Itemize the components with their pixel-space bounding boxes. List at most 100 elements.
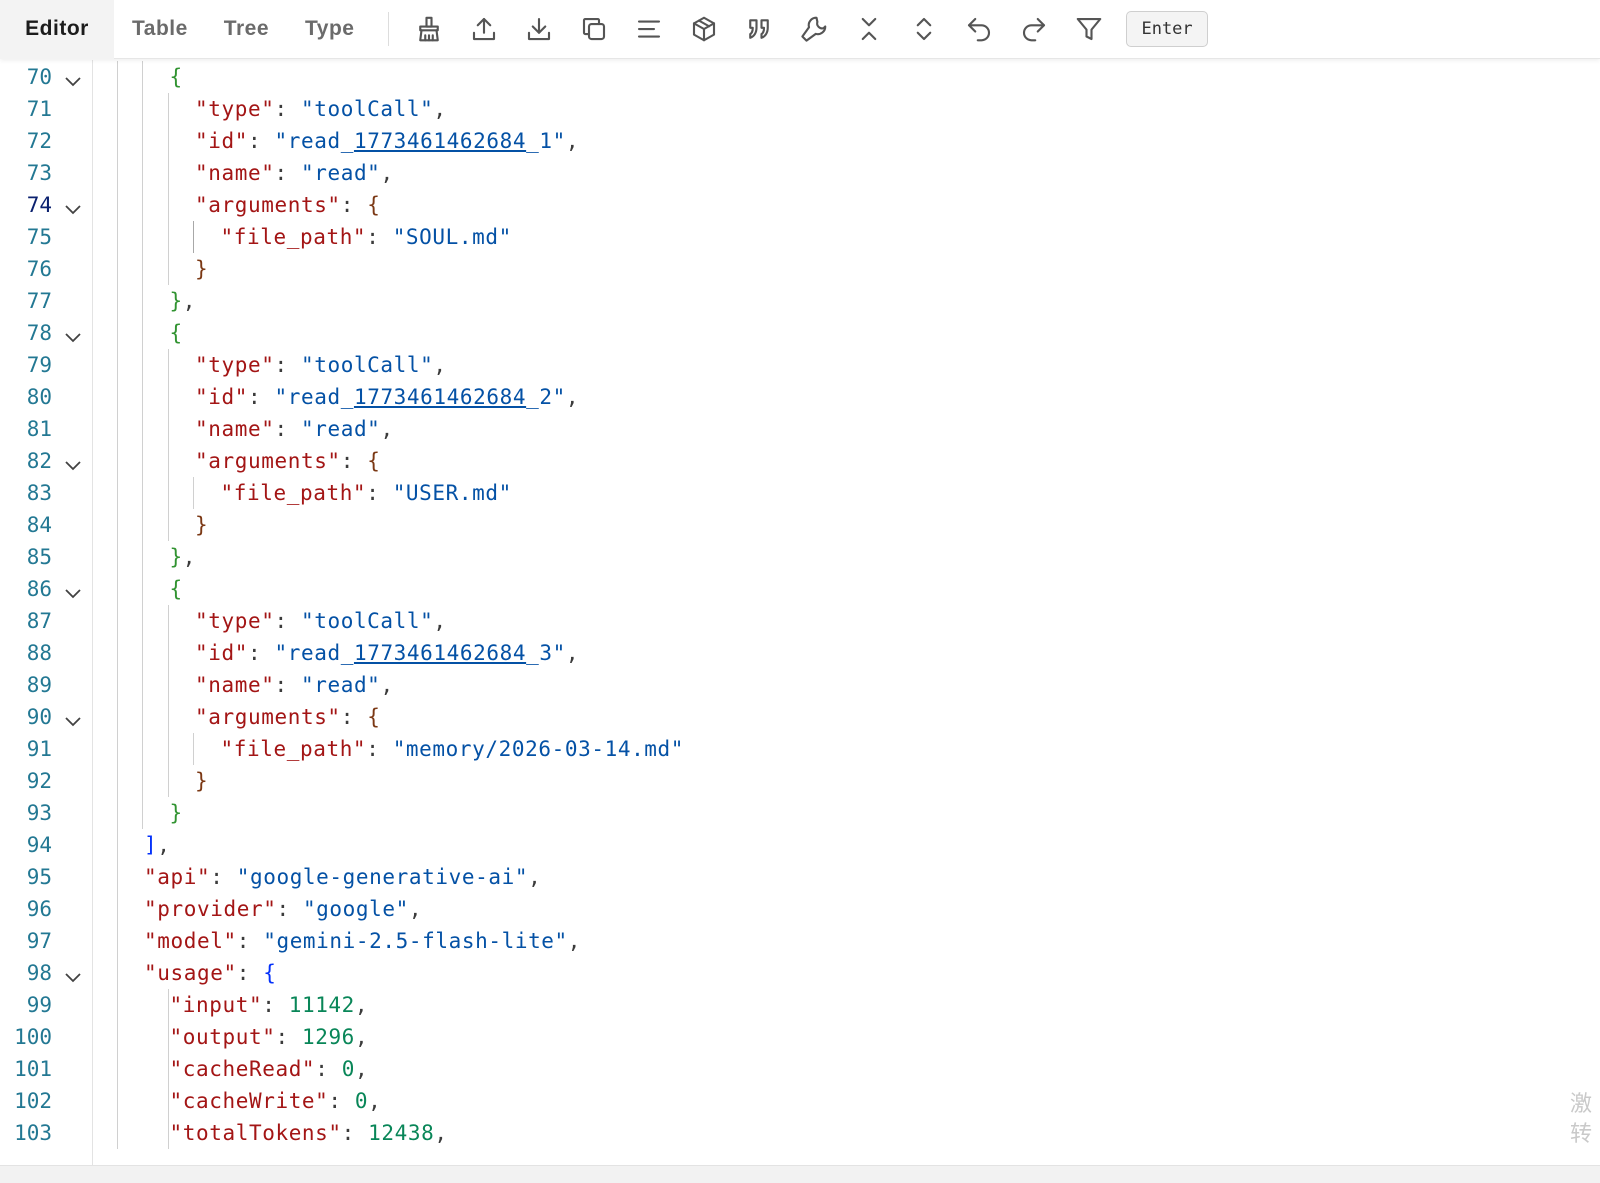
code-token: 0 bbox=[341, 1057, 355, 1081]
tab-tree[interactable]: Tree bbox=[206, 0, 287, 59]
redo-icon[interactable] bbox=[1006, 0, 1061, 59]
code-token: "read_ bbox=[274, 641, 354, 665]
horizontal-scrollbar[interactable] bbox=[0, 1165, 1600, 1183]
code-line[interactable]: "file_path": "memory/2026-03-14.md" bbox=[221, 733, 685, 765]
line-number: 78 bbox=[26, 321, 52, 345]
fold-chevron-down-icon[interactable] bbox=[63, 965, 83, 983]
code-token: , bbox=[182, 289, 196, 313]
code-line[interactable]: "cacheRead": 0, bbox=[170, 1053, 369, 1085]
code-line[interactable]: "arguments": { bbox=[195, 701, 380, 733]
code-token: , bbox=[354, 1025, 369, 1049]
code-token: "arguments" bbox=[195, 449, 341, 473]
fold-chevron-down-icon[interactable] bbox=[63, 581, 83, 599]
code-line[interactable]: "type": "toolCall", bbox=[195, 93, 447, 125]
line-number: 86 bbox=[26, 577, 52, 601]
wrench-icon[interactable] bbox=[786, 0, 841, 59]
code-line[interactable]: } bbox=[195, 509, 208, 541]
line-number: 76 bbox=[26, 257, 52, 281]
timestamp-link[interactable]: 1773461462684 bbox=[354, 385, 526, 409]
format-icon[interactable] bbox=[621, 0, 676, 59]
code-line[interactable]: { bbox=[170, 61, 183, 93]
toolbar-divider bbox=[388, 12, 390, 46]
undo-icon[interactable] bbox=[951, 0, 1006, 59]
download-icon[interactable] bbox=[511, 0, 566, 59]
code-line[interactable]: "name": "read", bbox=[195, 413, 394, 445]
gutter-row: 78 bbox=[0, 317, 92, 349]
indent-guide bbox=[167, 605, 169, 797]
collapse-all-icon[interactable] bbox=[841, 0, 896, 59]
upload-icon[interactable] bbox=[456, 0, 511, 59]
code-line[interactable]: } bbox=[195, 253, 208, 285]
tab-type[interactable]: Type bbox=[287, 0, 372, 59]
code-line[interactable]: "output": 1296, bbox=[170, 1021, 369, 1053]
code-line[interactable]: }, bbox=[170, 541, 197, 573]
code-token: "toolCall" bbox=[300, 97, 434, 121]
code-line[interactable]: "arguments": { bbox=[195, 445, 380, 477]
fold-chevron-down-icon[interactable] bbox=[63, 709, 83, 727]
code-line[interactable]: "model": "gemini-2.5-flash-lite", bbox=[144, 925, 581, 957]
code-line[interactable]: "input": 11142, bbox=[170, 989, 369, 1021]
code-line[interactable]: "name": "read", bbox=[195, 157, 394, 189]
code-token: } bbox=[169, 289, 183, 313]
tab-editor[interactable]: Editor bbox=[0, 0, 114, 59]
code-token: "id" bbox=[195, 641, 248, 665]
code-token: "name" bbox=[195, 673, 275, 697]
code-token: 0 bbox=[354, 1089, 369, 1113]
tab-table[interactable]: Table bbox=[114, 0, 206, 59]
timestamp-link[interactable]: 1773461462684 bbox=[354, 129, 526, 153]
code-line[interactable]: } bbox=[170, 797, 183, 829]
code-line[interactable]: { bbox=[170, 317, 183, 349]
code-line[interactable]: }, bbox=[170, 285, 197, 317]
enter-button[interactable]: Enter bbox=[1126, 11, 1208, 47]
code-line[interactable]: } bbox=[195, 765, 208, 797]
code-line[interactable]: "arguments": { bbox=[195, 189, 380, 221]
timestamp-link[interactable]: 1773461462684 bbox=[354, 641, 526, 665]
code-line[interactable]: ], bbox=[144, 829, 171, 861]
indent-guide bbox=[167, 989, 169, 1149]
code-line[interactable]: "usage": { bbox=[144, 957, 276, 989]
code-line[interactable]: "file_path": "SOUL.md" bbox=[221, 221, 512, 253]
code-token: "toolCall" bbox=[300, 609, 434, 633]
fold-chevron-down-icon[interactable] bbox=[63, 453, 83, 471]
expand-all-icon[interactable] bbox=[896, 0, 951, 59]
watermark-text: 激 转 bbox=[1570, 1092, 1593, 1147]
line-number: 99 bbox=[26, 993, 52, 1017]
code-line[interactable]: { bbox=[170, 573, 183, 605]
code-line[interactable]: "id": "read_1773461462684_3", bbox=[195, 637, 579, 669]
code-line[interactable]: "totalTokens": 12438, bbox=[170, 1117, 448, 1149]
code-token: : bbox=[340, 705, 368, 729]
code-token: "name" bbox=[195, 161, 275, 185]
line-number: 84 bbox=[26, 513, 52, 537]
filter-icon[interactable] bbox=[1061, 0, 1116, 59]
code-token: { bbox=[367, 449, 381, 473]
quote-icon[interactable] bbox=[731, 0, 786, 59]
fold-chevron-down-icon[interactable] bbox=[63, 197, 83, 215]
code-line[interactable]: "name": "read", bbox=[195, 669, 394, 701]
code-line[interactable]: "id": "read_1773461462684_1", bbox=[195, 125, 579, 157]
indent-guide bbox=[167, 93, 169, 285]
package-icon[interactable] bbox=[676, 0, 731, 59]
gutter-row: 103 bbox=[0, 1117, 92, 1149]
indent-guide bbox=[193, 733, 194, 765]
code-line[interactable]: "api": "google-generative-ai", bbox=[144, 861, 541, 893]
code-token: "SOUL.md" bbox=[392, 225, 512, 249]
fold-chevron-down-icon[interactable] bbox=[63, 69, 83, 87]
copy-icon[interactable] bbox=[566, 0, 621, 59]
code-line[interactable]: "cacheWrite": 0, bbox=[170, 1085, 382, 1117]
code-line[interactable]: "id": "read_1773461462684_2", bbox=[195, 381, 579, 413]
fold-chevron-down-icon[interactable] bbox=[63, 325, 83, 343]
code-token: : bbox=[236, 929, 264, 953]
code-line[interactable]: "type": "toolCall", bbox=[195, 349, 447, 381]
code-token: "file_path" bbox=[220, 737, 367, 761]
code-line[interactable]: "file_path": "USER.md" bbox=[221, 477, 512, 509]
code-token: "file_path" bbox=[220, 481, 367, 505]
code-line[interactable]: "type": "toolCall", bbox=[195, 605, 447, 637]
code-area[interactable]: {"type": "toolCall", "id": "read_17734614… bbox=[93, 60, 1600, 1166]
clean-icon[interactable] bbox=[401, 0, 456, 59]
code-line[interactable]: "provider": "google", bbox=[144, 893, 422, 925]
gutter-row: 73 bbox=[0, 157, 92, 189]
code-token: , bbox=[528, 865, 542, 889]
code-editor[interactable]: 70 71 72 73 74 75 76 77 78 79 80 81 82 83 84 85 86 87 88 89… bbox=[0, 60, 1600, 1166]
code-token: : bbox=[274, 609, 301, 633]
line-number: 95 bbox=[26, 865, 52, 889]
